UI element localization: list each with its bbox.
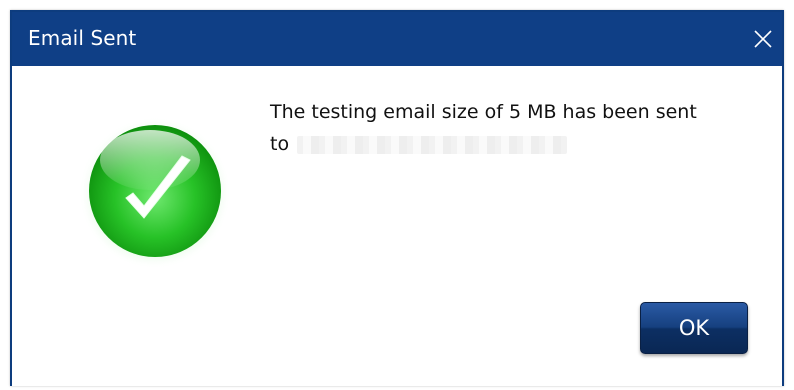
message-text: The testing email size of 5 MB has been … xyxy=(270,96,760,160)
ok-button[interactable]: OK xyxy=(640,302,748,354)
recipient-prefix: to xyxy=(270,133,290,155)
redacted-email-address xyxy=(297,135,568,154)
dialog-content: The testing email size of 5 MB has been … xyxy=(12,66,782,386)
close-icon xyxy=(754,30,772,48)
message-line-2: to xyxy=(270,128,760,160)
dialog-title: Email Sent xyxy=(28,26,137,50)
checkmark-success-icon xyxy=(79,117,231,268)
title-bar[interactable]: Email Sent xyxy=(12,12,782,66)
message-line-1: The testing email size of 5 MB has been … xyxy=(270,101,697,123)
email-sent-dialog: Email Sent The testing email size of 5 M… xyxy=(10,10,784,386)
close-button[interactable] xyxy=(748,24,778,54)
